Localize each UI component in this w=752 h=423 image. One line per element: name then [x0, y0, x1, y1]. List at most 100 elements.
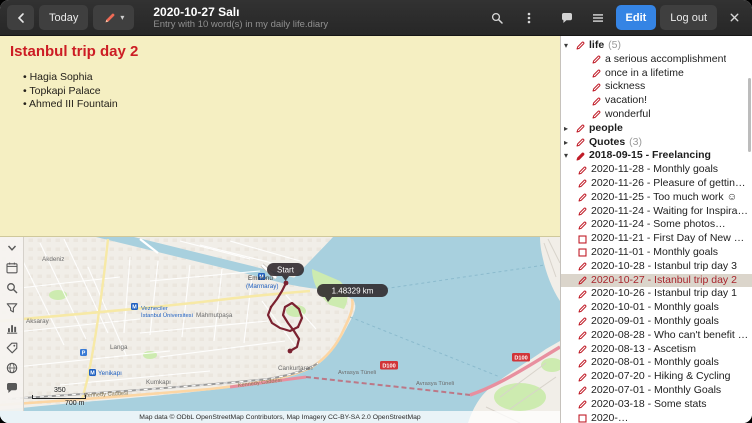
tag-child-label: a serious accomplishment: [605, 53, 726, 67]
pencil-icon: [577, 220, 588, 231]
expander-icon[interactable]: ▾: [564, 149, 575, 163]
diary-entry-row[interactable]: 2020-11-25 - Too much work ☺: [561, 191, 752, 205]
pencil-icon: [577, 303, 588, 314]
diary-entry-row[interactable]: 2020-08-13 - Ascetism: [561, 343, 752, 357]
hamburger-menu-button[interactable]: [585, 5, 612, 30]
globe-button[interactable]: [2, 358, 22, 377]
chat-button[interactable]: [554, 5, 581, 30]
map-toolbar: [0, 237, 24, 411]
diary-entry-row[interactable]: 2020-08-28 - Who can't benefit from …: [561, 329, 752, 343]
tag-row[interactable]: ▸people: [561, 122, 752, 136]
track-start-node: [284, 281, 289, 286]
sidebar-tree: ▾life(5)a serious accomplishmentonce in …: [561, 39, 752, 423]
diary-entry-row[interactable]: 2020-11-24 - Some photos…: [561, 218, 752, 232]
svg-text:Start: Start: [277, 266, 295, 275]
titlebar-right: Edit Log out: [550, 0, 752, 35]
pencil-icon: [577, 275, 588, 286]
svg-text:İstanbul Üniversitesi: İstanbul Üniversitesi: [141, 312, 193, 319]
titlebar: Today ▾ 2020-10-27 Salı Entry with 10 wo…: [0, 0, 752, 36]
chapter-row[interactable]: ▾ 2018-09-15 - Freelancing: [561, 149, 752, 163]
diary-entry-label: 2020-08-28 - Who can't benefit from …: [591, 329, 750, 343]
pencil-icon: [575, 123, 586, 134]
chapter-label: 2018-09-15 - Freelancing: [589, 149, 711, 163]
diary-entry-row[interactable]: 2020-10-26 - Istanbul trip day 1: [561, 287, 752, 301]
diary-entry-row[interactable]: 2020-07-01 - Monthly Goals: [561, 384, 752, 398]
title-block: 2020-10-27 Salı Entry with 10 word(s) in…: [153, 5, 328, 30]
logout-button[interactable]: Log out: [660, 5, 717, 30]
diary-entry-row[interactable]: 2020-11-26 - Pleasure of getting exac…: [561, 177, 752, 191]
tag-child-row[interactable]: sickness: [561, 80, 752, 94]
calendar-button[interactable]: [2, 258, 22, 277]
menu-button[interactable]: [516, 5, 543, 30]
diary-entry-row[interactable]: 2020-03-18 - Some stats: [561, 398, 752, 412]
diary-entry-row[interactable]: 2020-09-01 - Monthly goals: [561, 315, 752, 329]
tag-count: (5): [608, 39, 621, 53]
pencil-icon: [575, 151, 586, 162]
diary-entry-label: 2020-11-21 - First Day of New Covid R…: [591, 232, 750, 246]
left-pane: Istanbul trip day 2 Hagia SophiaTopkapi …: [0, 36, 560, 423]
tag-child-row[interactable]: a serious accomplishment: [561, 53, 752, 67]
scale-bar: [32, 395, 86, 399]
expander-icon[interactable]: ▸: [564, 136, 575, 150]
pencil-icon: [577, 192, 588, 203]
expander-icon[interactable]: ▸: [564, 122, 575, 136]
entry-title: Istanbul trip day 2: [10, 43, 550, 60]
diary-entry-row[interactable]: 2020-07-20 - Hiking & Cycling: [561, 370, 752, 384]
back-button[interactable]: [7, 5, 34, 30]
search-button[interactable]: [2, 278, 22, 297]
search-button[interactable]: [484, 5, 511, 30]
diary-entry-label: 2020-08-13 - Ascetism: [591, 343, 696, 357]
diary-entry-row[interactable]: 2020-11-24 - Waiting for Inspiration…: [561, 205, 752, 219]
track-end-node: [288, 349, 293, 354]
collapse-button[interactable]: [2, 238, 22, 257]
map-view[interactable]: M M M P Akdeniz Aksaray Mahmutpaşa Langa…: [0, 237, 560, 423]
attribution-text: Map data © ODbL OpenStreetMap Contributo…: [139, 414, 420, 421]
diary-entry-label: 2020-…: [591, 412, 628, 423]
diary-entry-row[interactable]: 2020-08-01 - Monthly goals: [561, 356, 752, 370]
tag-child-row[interactable]: wonderful: [561, 108, 752, 122]
filter-button[interactable]: [2, 298, 22, 317]
pencil-icon: [591, 82, 602, 93]
tag-child-row[interactable]: once in a lifetime: [561, 67, 752, 81]
svg-text:D100: D100: [514, 356, 527, 362]
edit-button[interactable]: Edit: [616, 5, 657, 30]
diary-entry-row[interactable]: 2020-10-27 - Istanbul trip day 2: [561, 274, 752, 288]
diary-entry-label: 2020-07-20 - Hiking & Cycling: [591, 370, 730, 384]
collapse-icon: [5, 241, 19, 255]
diary-entry-row[interactable]: 2020-…: [561, 412, 752, 423]
diary-entry-row[interactable]: 2020-11-28 - Monthly goals: [561, 163, 752, 177]
entry-bullet-list: Hagia SophiaTopkapi PalaceAhmed III Foun…: [10, 71, 550, 112]
content: Istanbul trip day 2 Hagia SophiaTopkapi …: [0, 36, 752, 423]
pencil-icon: [577, 399, 588, 410]
close-button[interactable]: [721, 5, 748, 30]
tag-row[interactable]: ▾life(5): [561, 39, 752, 53]
entry-tag-menu-button[interactable]: ▾: [93, 5, 134, 30]
tag-row[interactable]: ▸Quotes(3): [561, 136, 752, 150]
today-button[interactable]: Today: [39, 5, 88, 30]
calendar-icon: [5, 261, 19, 275]
pencil-icon: [577, 358, 588, 369]
svg-text:Mahmutpaşa: Mahmutpaşa: [196, 312, 233, 319]
diary-entry-row[interactable]: 2020-11-01 - Monthly goals: [561, 246, 752, 260]
entry-bullet: Topkapi Palace: [23, 85, 550, 99]
diary-entry-label: 2020-10-27 - Istanbul trip day 2: [591, 274, 737, 288]
titlebar-left: Today ▾ 2020-10-27 Salı Entry with 10 wo…: [0, 0, 550, 35]
pencil-icon: [577, 330, 588, 341]
chart-button[interactable]: [2, 318, 22, 337]
diary-entry-row[interactable]: 2020-11-21 - First Day of New Covid R…: [561, 232, 752, 246]
diary-entry-label: 2020-11-26 - Pleasure of getting exac…: [591, 177, 750, 191]
diary-entry-row[interactable]: 2020-10-01 - Monthly goals: [561, 301, 752, 315]
entry-editor[interactable]: Istanbul trip day 2 Hagia SophiaTopkapi …: [0, 36, 560, 237]
todo-square-icon: [577, 413, 588, 423]
tag-button[interactable]: [2, 338, 22, 357]
chart-icon: [5, 321, 19, 335]
expander-icon[interactable]: ▾: [564, 39, 575, 53]
sidebar-scrollbar[interactable]: [748, 78, 751, 152]
pencil-icon: [577, 178, 588, 189]
tag-child-row[interactable]: vacation!: [561, 94, 752, 108]
comment-button[interactable]: [2, 378, 22, 397]
pencil-icon: [591, 96, 602, 107]
globe-icon: [5, 361, 19, 375]
diary-entry-row[interactable]: 2020-10-28 - Istanbul trip day 3: [561, 260, 752, 274]
svg-text:Vezneciler: Vezneciler: [141, 306, 168, 312]
